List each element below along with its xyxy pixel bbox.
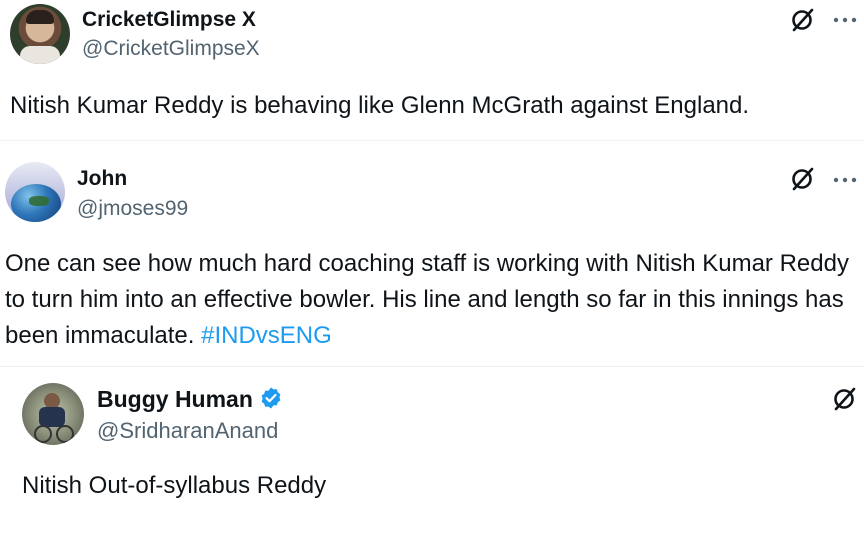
display-name[interactable]: John <box>77 167 127 191</box>
tweet-text: One can see how much hard coaching staff… <box>5 246 857 354</box>
avatar[interactable] <box>22 383 84 445</box>
tweet-text-content: Nitish Kumar Reddy is behaving like Glen… <box>10 92 750 119</box>
hashtag-link[interactable]: #INDvsENG <box>201 322 332 349</box>
tweet-3: Buggy Human @SridharanAnand Nitish Out-o… <box>0 370 864 540</box>
divider <box>0 366 864 367</box>
tweet-1: CricketGlimpse X @CricketGlimpseX Nitish… <box>0 0 864 140</box>
tweet-text: Nitish Kumar Reddy is behaving like Glen… <box>10 88 850 124</box>
user-handle[interactable]: @SridharanAnand <box>97 418 278 444</box>
grok-icon[interactable] <box>790 7 816 38</box>
tweet-2: John @jmoses99 One can see how much hard… <box>0 150 864 360</box>
display-name[interactable]: Buggy Human <box>97 386 253 412</box>
user-handle[interactable]: @CricketGlimpseX <box>82 37 260 61</box>
tweet-text-content: One can see how much hard coaching staff… <box>5 250 849 349</box>
tweet-text-content: Nitish Out-of-syllabus Reddy <box>22 472 327 499</box>
verified-badge-icon <box>259 386 283 416</box>
tweet-text: Nitish Out-of-syllabus Reddy <box>22 468 842 504</box>
grok-icon[interactable] <box>832 386 858 417</box>
grok-icon[interactable] <box>790 166 816 197</box>
divider <box>0 140 864 141</box>
more-icon[interactable] <box>832 10 858 35</box>
more-icon[interactable] <box>832 170 858 195</box>
avatar[interactable] <box>10 4 70 64</box>
avatar[interactable] <box>5 162 65 222</box>
display-name[interactable]: CricketGlimpse X <box>82 8 256 32</box>
user-handle[interactable]: @jmoses99 <box>77 197 188 221</box>
display-name-row: Buggy Human <box>97 386 283 416</box>
